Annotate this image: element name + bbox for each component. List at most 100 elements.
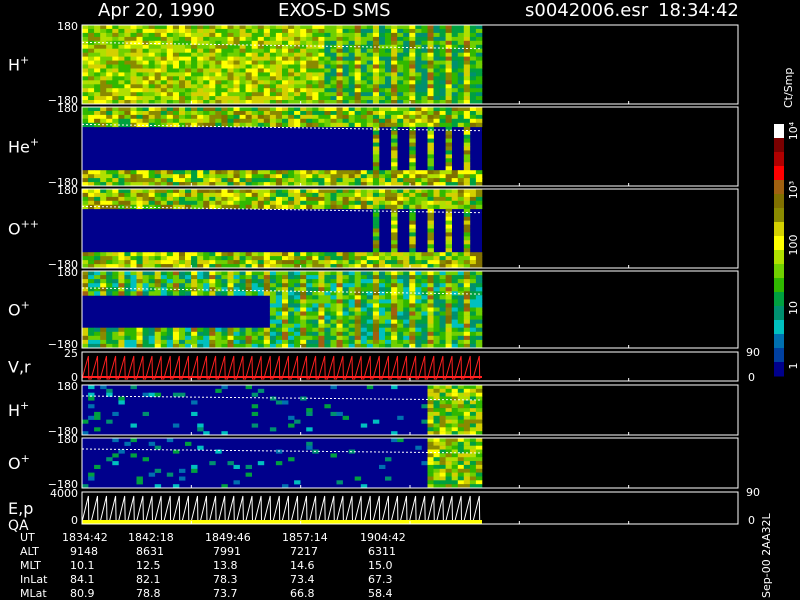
heatmap-cell [372, 271, 380, 276]
heatmap-cell [421, 335, 428, 341]
heatmap-cell [203, 279, 210, 284]
heatmap-cell [469, 323, 477, 329]
heatmap-cell [269, 111, 277, 116]
heatmap-cell [172, 36, 180, 42]
heatmap-cell [100, 44, 107, 50]
heatmap-cell [433, 25, 440, 30]
heatmap-cell [215, 388, 222, 393]
heatmap-cell [136, 44, 143, 50]
heatmap-cell [233, 174, 240, 179]
heatmap-cell [269, 122, 277, 128]
heatmap-cell [124, 441, 131, 446]
heatmap-cell [263, 327, 271, 333]
heatmap-cell [154, 107, 162, 112]
heatmap-cell [330, 307, 337, 312]
heatmap-cell [324, 287, 331, 292]
heatmap-cell [166, 64, 174, 69]
heatmap-cell [233, 92, 240, 97]
heatmap-cell [403, 25, 410, 30]
heatmap-cell [385, 283, 392, 288]
heatmap-cell [348, 339, 356, 345]
heatmap-cell [112, 107, 119, 112]
heatmap-cell [124, 36, 131, 42]
heatmap-cell [118, 275, 125, 280]
heatmap-cell [263, 96, 271, 101]
heatmap-cell [330, 118, 337, 124]
heatmap-cell [282, 307, 289, 312]
heatmap-cell [379, 60, 386, 65]
heatmap-cell [451, 200, 459, 206]
heatmap-cell [397, 204, 404, 210]
heatmap-cell [366, 315, 374, 320]
heatmap-cell [391, 107, 398, 112]
heatmap-cell [160, 335, 168, 341]
heatmap-cell [469, 72, 477, 77]
heatmap-cell [112, 64, 119, 69]
heatmap-cell [379, 111, 386, 116]
heatmap-cell [421, 88, 428, 93]
heatmap-cell [379, 48, 386, 53]
heatmap-cell [463, 240, 471, 245]
heatmap-cell [294, 339, 301, 345]
heatmap-cell [185, 170, 192, 175]
heatmap-cell [421, 44, 428, 50]
heatmap-cell [409, 138, 416, 143]
heatmap-cell [88, 84, 95, 89]
heatmap-cell [433, 60, 440, 65]
heatmap-cell [179, 80, 186, 85]
heatmap-cell [130, 76, 137, 81]
heatmap-cell [300, 331, 307, 337]
heatmap-cell [463, 174, 471, 179]
heatmap-cell [366, 28, 374, 34]
heatmap-cell [403, 271, 410, 276]
heatmap-cell [427, 232, 434, 237]
heatmap-cell [415, 72, 422, 77]
heatmap-cell [160, 291, 168, 296]
heatmap-cell [88, 271, 95, 276]
heatmap-cell [360, 307, 368, 312]
heatmap-cell [312, 327, 319, 333]
heatmap-cell [100, 60, 107, 65]
heatmap-cell [469, 252, 477, 257]
heatmap-cell [257, 28, 265, 34]
heatmap-cell [269, 114, 277, 120]
heatmap-cell [409, 96, 416, 101]
heatmap-cell [112, 84, 119, 89]
heatmap-cell [463, 453, 471, 458]
heatmap-cell [172, 331, 180, 337]
heatmap-cell [94, 252, 101, 257]
heatmap-cell [457, 80, 465, 85]
heatmap-cell [294, 118, 301, 124]
heatmap-cell [475, 252, 483, 257]
heatmap-cell [288, 295, 295, 300]
heatmap-cell [415, 60, 422, 65]
heatmap-cell [112, 178, 119, 183]
heatmap-cell [469, 60, 477, 65]
heatmap-cell [397, 84, 404, 89]
heatmap-cell [118, 88, 125, 93]
heatmap-cell [427, 283, 434, 288]
heatmap-cell [209, 118, 216, 124]
heatmap-cell [360, 287, 368, 292]
heatmap-cell [245, 472, 252, 477]
heatmap-cell [427, 327, 434, 333]
heatmap-cell [463, 150, 471, 155]
heatmap-cell [257, 60, 265, 65]
heatmap-cell [469, 28, 477, 34]
heatmap-cell [463, 468, 471, 473]
heatmap-cell [403, 283, 410, 288]
heatmap-cell [451, 392, 459, 397]
heatmap-cell [463, 271, 471, 276]
heatmap-cell [269, 200, 277, 206]
heatmap-cell [263, 80, 271, 85]
heatmap-cell [348, 279, 356, 284]
heatmap-cell [409, 204, 416, 210]
heatmap-cell [379, 260, 386, 265]
heatmap-cell [409, 244, 416, 249]
heatmap-cell [391, 52, 398, 57]
heatmap-cell [463, 331, 471, 337]
heatmap-cell [318, 40, 325, 46]
heatmap-cell [263, 111, 271, 116]
heatmap-cell [433, 96, 440, 101]
heatmap-cell [324, 60, 331, 65]
